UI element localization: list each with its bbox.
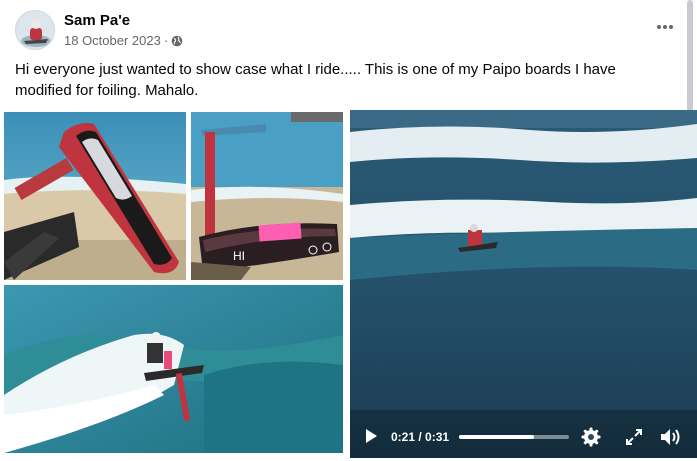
avatar-image: [16, 11, 54, 49]
play-icon[interactable]: [363, 428, 379, 449]
volume-icon[interactable]: [660, 427, 682, 452]
facebook-post: Sam Pa'e 18 October 2023 · Hi everyone j…: [0, 0, 697, 461]
video-progress-fill: [459, 435, 534, 439]
video-player[interactable]: [350, 110, 697, 458]
photo-board-beach[interactable]: HI: [191, 112, 343, 280]
avatar[interactable]: [15, 10, 55, 50]
post-meta: 18 October 2023 ·: [64, 33, 183, 48]
globe-icon[interactable]: [171, 35, 183, 47]
more-dots-icon[interactable]: [652, 14, 678, 40]
video-progress-bar[interactable]: [459, 435, 569, 439]
photo-surfing-foil[interactable]: [4, 285, 343, 453]
post-caption: Hi everyone just wanted to show case wha…: [15, 61, 616, 99]
board-hi-label: HI: [233, 249, 245, 263]
meta-separator: ·: [163, 33, 169, 48]
gear-icon[interactable]: [581, 427, 601, 452]
expand-icon[interactable]: [626, 429, 642, 450]
photo-board-closeup[interactable]: [4, 112, 186, 280]
video-time: 0:21 / 0:31: [391, 430, 450, 444]
author-name[interactable]: Sam Pa'e: [64, 12, 130, 29]
post-date[interactable]: 18 October 2023: [64, 33, 161, 48]
